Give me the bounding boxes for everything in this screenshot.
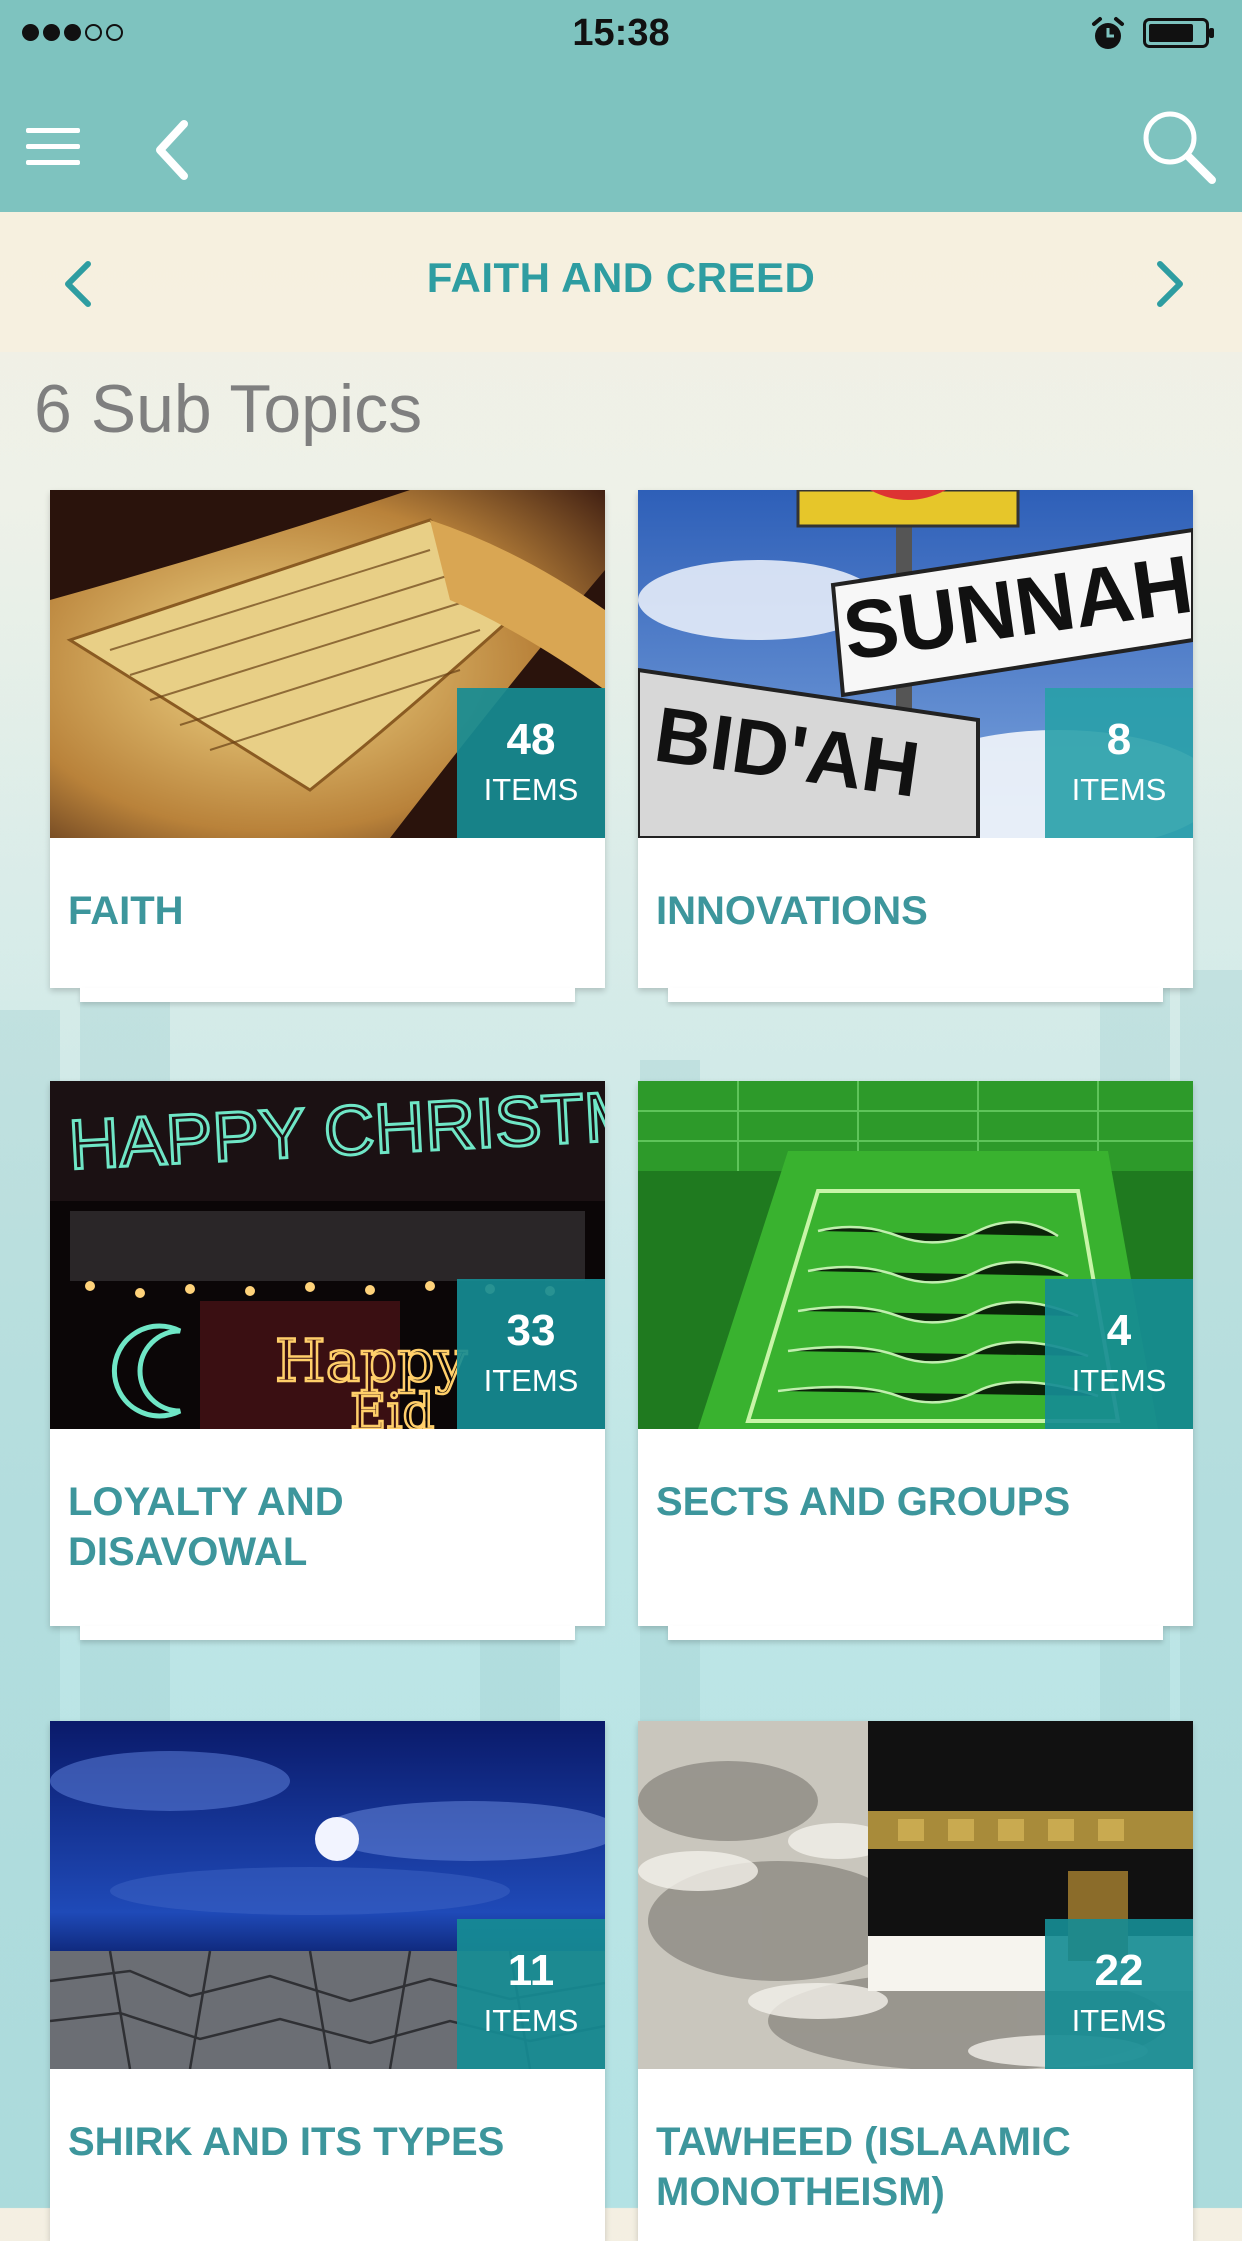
item-count-badge: 33 ITEMS: [457, 1279, 605, 1429]
item-count-badge: 4 ITEMS: [1045, 1279, 1193, 1429]
topic-title: FAITH AND CREED: [426, 254, 816, 301]
subtopic-card-innovations[interactable]: SUNNAH BID'AH 8 ITEMS INNOVATIONS: [638, 490, 1193, 1002]
neon-text-eid: Eid: [350, 1383, 435, 1429]
item-count-badge: 8 ITEMS: [1045, 688, 1193, 838]
topic-selector: FAITH AND CREED: [0, 212, 1242, 352]
item-count-badge: 11 ITEMS: [457, 1919, 605, 2069]
subtopics-heading: 6 Sub Topics: [34, 371, 423, 447]
card-title: INNOVATIONS: [656, 889, 928, 933]
status-time: 15:38: [572, 12, 670, 54]
back-chevron-icon[interactable]: [150, 118, 194, 182]
app-header: 15:38: [0, 0, 1242, 212]
subtopic-card-tawheed[interactable]: 22 ITEMS TAWHEED (ISLAAMIC MONOTHEISM): [638, 1721, 1193, 2241]
item-count-badge: 22 ITEMS: [1045, 1919, 1193, 2069]
subtopic-card-sects[interactable]: 4 ITEMS SECTS AND GROUPS: [638, 1081, 1193, 1640]
chevron-right-icon[interactable]: [1150, 258, 1190, 310]
card-title: FAITH: [68, 889, 184, 933]
subtopic-card-shirk[interactable]: 11 ITEMS SHIRK AND ITS TYPES: [50, 1721, 605, 2241]
item-count-badge: 48 ITEMS: [457, 688, 605, 838]
battery-icon: [1143, 18, 1214, 48]
hamburger-icon[interactable]: [26, 128, 82, 168]
card-title: LOYALTY AND DISAVOWAL: [68, 1480, 344, 1574]
subtopic-card-loyalty[interactable]: HAPPY CHRISTMAS Happy Eid 33 ITEMS LOYAL…: [50, 1081, 605, 1640]
card-title: SECTS AND GROUPS: [656, 1480, 1071, 1524]
card-title: SHIRK AND ITS TYPES: [68, 2120, 505, 2164]
card-title: TAWHEED (ISLAAMIC MONOTHEISM): [656, 2120, 1071, 2214]
subtopic-card-faith[interactable]: 48 ITEMS FAITH: [50, 490, 605, 1002]
status-bar: 15:38: [0, 0, 1242, 66]
alarm-icon: [1092, 17, 1124, 49]
chevron-left-icon[interactable]: [58, 258, 98, 310]
search-icon[interactable]: [1138, 106, 1218, 186]
